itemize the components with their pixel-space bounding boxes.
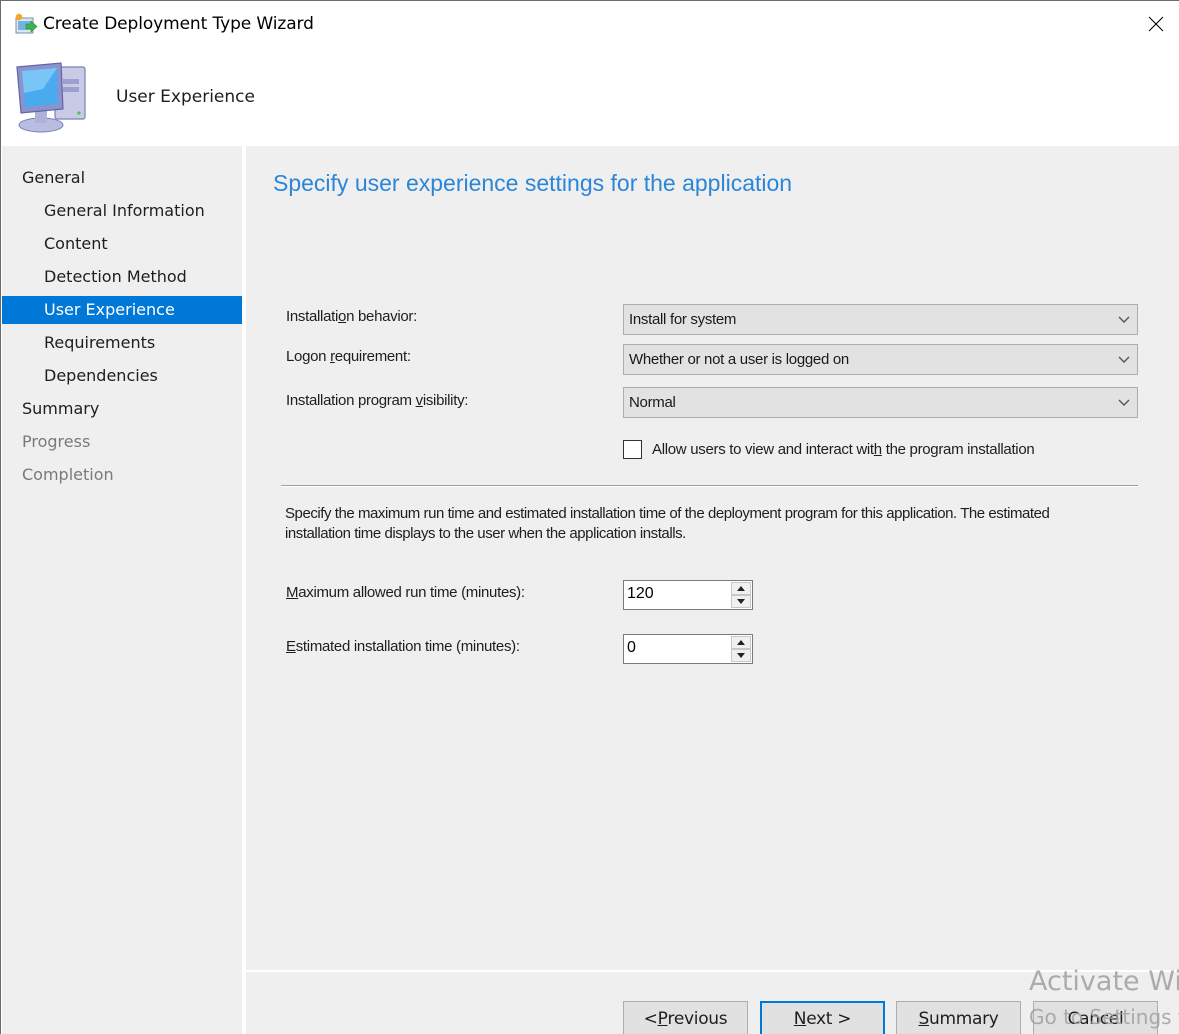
next-button[interactable]: Next > bbox=[760, 1001, 885, 1034]
max-run-time-input[interactable]: 120 bbox=[627, 585, 654, 603]
estimated-time-increment[interactable] bbox=[731, 636, 751, 649]
cancel-button[interactable]: Cancel bbox=[1033, 1001, 1158, 1034]
nav-item-completion: Completion bbox=[22, 465, 114, 484]
runtime-description: Specify the maximum run time and estimat… bbox=[285, 505, 1050, 542]
title-bar: Create Deployment Type Wizard bbox=[1, 1, 1179, 49]
max-run-time-label: Maximum allowed run time (minutes): bbox=[286, 584, 525, 601]
spin-up-icon bbox=[737, 586, 745, 591]
close-icon bbox=[1148, 16, 1164, 32]
nav-item-general[interactable]: General bbox=[2, 164, 242, 192]
allow-interact-label[interactable]: Allow users to view and interact with th… bbox=[652, 441, 1035, 458]
nav-item-detection-method[interactable]: Detection Method bbox=[2, 263, 242, 291]
nav-item-requirements[interactable]: Requirements bbox=[2, 329, 242, 357]
nav-item-general-information[interactable]: General Information bbox=[2, 197, 242, 225]
wizard-window: Create Deployment Type Wizard User Exper… bbox=[0, 0, 1179, 1034]
program-visibility-value: Normal bbox=[629, 394, 676, 411]
nav-item-user-experience[interactable]: User Experience bbox=[2, 296, 242, 324]
allow-interact-option[interactable]: Allow users to view and interact with th… bbox=[623, 438, 1035, 460]
nav-item-progress: Progress bbox=[22, 432, 91, 451]
main-panel: Specify user experience settings for the… bbox=[246, 146, 1179, 970]
summary-button[interactable]: Summary bbox=[896, 1001, 1021, 1034]
spin-down-icon bbox=[737, 653, 745, 658]
chevron-down-icon bbox=[1118, 399, 1130, 406]
window-title: Create Deployment Type Wizard bbox=[43, 14, 314, 34]
estimated-time-decrement[interactable] bbox=[731, 649, 751, 662]
installation-behavior-value: Install for system bbox=[629, 311, 737, 328]
logon-requirement-label: Logon requirement: bbox=[286, 348, 411, 365]
spin-down-icon bbox=[737, 599, 745, 604]
wizard-footer: < Previous Next > Summary Cancel bbox=[246, 972, 1179, 1034]
previous-button[interactable]: < Previous bbox=[623, 1001, 748, 1034]
chevron-down-icon bbox=[1118, 316, 1130, 323]
logon-requirement-value: Whether or not a user is logged on bbox=[629, 351, 849, 368]
installation-behavior-dropdown[interactable]: Install for system bbox=[623, 304, 1138, 335]
logon-requirement-dropdown[interactable]: Whether or not a user is logged on bbox=[623, 344, 1138, 375]
program-visibility-label: Installation program visibility: bbox=[286, 392, 469, 409]
allow-interact-checkbox[interactable] bbox=[623, 439, 642, 459]
chevron-down-icon bbox=[1118, 356, 1130, 363]
nav-item-content[interactable]: Content bbox=[2, 230, 242, 258]
computer-icon bbox=[13, 59, 93, 135]
close-button[interactable] bbox=[1133, 1, 1179, 47]
wizard-step-nav: General General Information Content Dete… bbox=[2, 146, 242, 1034]
spin-up-icon bbox=[737, 640, 745, 645]
estimated-time-label: Estimated installation time (minutes): bbox=[286, 638, 520, 655]
installation-behavior-label: Installation behavior: bbox=[286, 308, 417, 325]
estimated-time-input[interactable]: 0 bbox=[627, 639, 636, 657]
nav-item-summary[interactable]: Summary bbox=[2, 395, 242, 423]
step-title: User Experience bbox=[116, 87, 255, 107]
max-run-time-increment[interactable] bbox=[731, 582, 751, 595]
program-visibility-dropdown[interactable]: Normal bbox=[623, 387, 1138, 418]
section-divider bbox=[281, 485, 1138, 487]
wizard-app-icon bbox=[14, 13, 38, 35]
page-heading: Specify user experience settings for the… bbox=[273, 170, 793, 196]
wizard-header: User Experience bbox=[1, 49, 1179, 145]
nav-item-dependencies[interactable]: Dependencies bbox=[2, 362, 242, 390]
estimated-time-stepper[interactable]: 0 bbox=[623, 634, 753, 664]
max-run-time-decrement[interactable] bbox=[731, 595, 751, 608]
max-run-time-stepper[interactable]: 120 bbox=[623, 580, 753, 610]
